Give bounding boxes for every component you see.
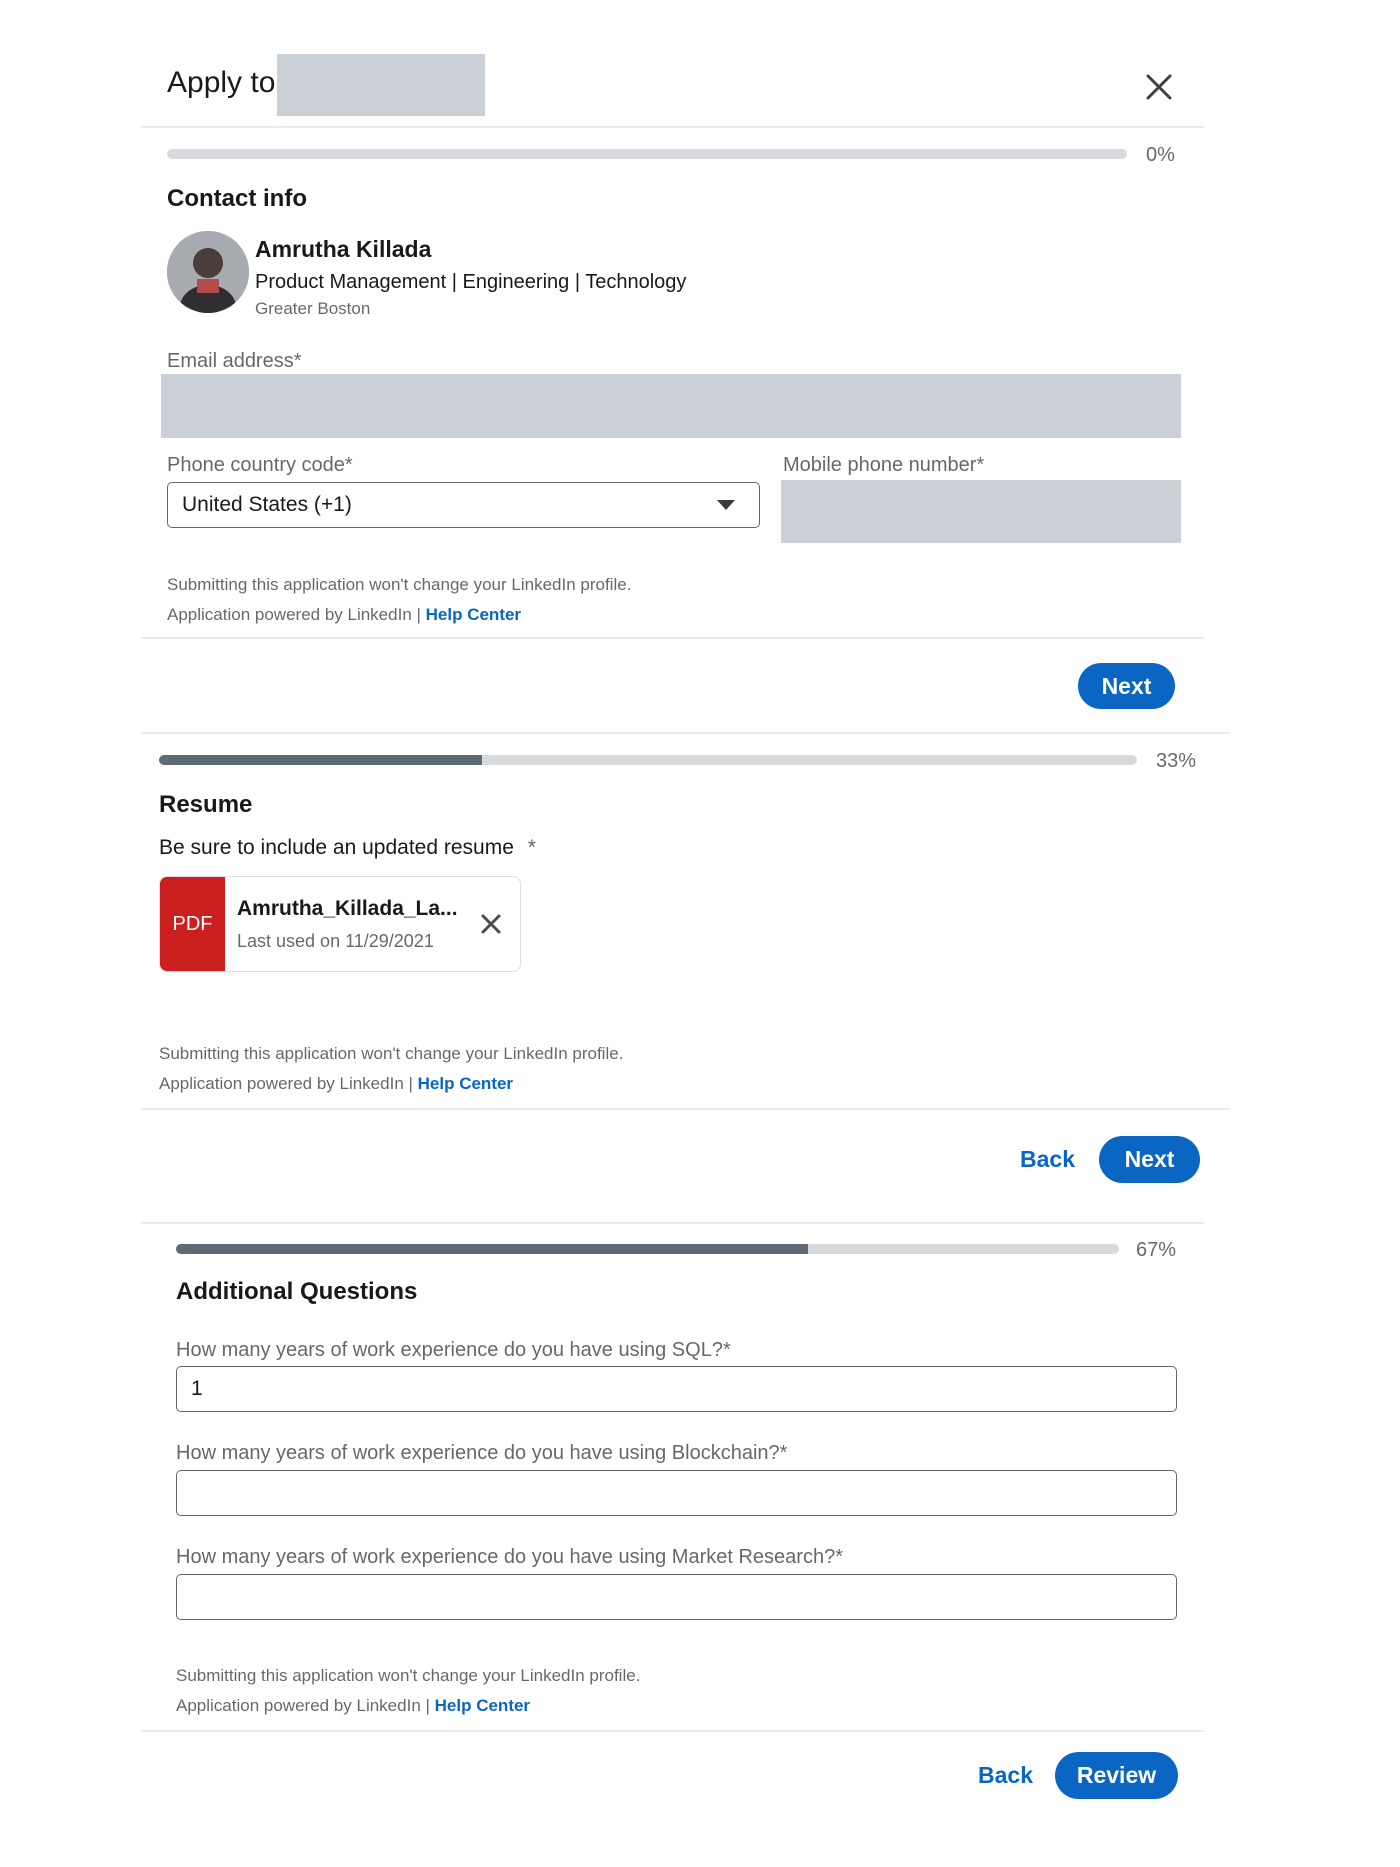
application-note: Submitting this application won't change…	[159, 1039, 623, 1099]
header-divider	[141, 126, 1204, 128]
resume-prompt: Be sure to include an updated resume *	[159, 836, 536, 860]
section-title: Additional Questions	[176, 1278, 418, 1305]
profile-name: Amrutha Killada	[255, 236, 432, 262]
progress-percent: 0%	[1146, 144, 1175, 166]
progress-percent: 33%	[1156, 750, 1197, 772]
phone-country-code-value: United States (+1)	[182, 493, 352, 516]
footer-divider	[141, 1730, 1204, 1732]
avatar	[167, 231, 249, 313]
note-line: Application powered by LinkedIn | Help C…	[159, 1069, 623, 1099]
powered-by-text: Application powered by LinkedIn |	[167, 605, 426, 624]
resume-file-name: Amrutha_Killada_La...	[237, 897, 458, 920]
back-button[interactable]: Back	[1020, 1146, 1075, 1173]
powered-by-text: Application powered by LinkedIn |	[176, 1696, 435, 1715]
progress-fill	[159, 755, 482, 765]
help-center-link[interactable]: Help Center	[435, 1696, 530, 1715]
application-note: Submitting this application won't change…	[167, 570, 631, 630]
remove-file-icon[interactable]	[480, 913, 502, 935]
back-button[interactable]: Back	[978, 1762, 1033, 1789]
help-center-link[interactable]: Help Center	[426, 605, 521, 624]
chevron-down-icon	[717, 500, 735, 510]
profile-location: Greater Boston	[255, 299, 371, 318]
note-line: Submitting this application won't change…	[159, 1044, 624, 1063]
powered-by-text: Application powered by LinkedIn |	[159, 1074, 418, 1093]
required-mark: *	[527, 836, 536, 859]
market-research-experience-label: How many years of work experience do you…	[176, 1546, 843, 1568]
next-button[interactable]: Next	[1078, 663, 1175, 709]
market-research-experience-input[interactable]	[176, 1574, 1177, 1620]
blockchain-experience-input[interactable]	[176, 1470, 1177, 1516]
modal-title: Apply to	[167, 66, 276, 99]
footer-divider	[141, 637, 1204, 639]
step-divider	[141, 1222, 1204, 1224]
profile-headline: Product Management | Engineering | Techn…	[255, 271, 687, 293]
pdf-badge: PDF	[160, 877, 225, 971]
blockchain-experience-label: How many years of work experience do you…	[176, 1442, 788, 1464]
note-line: Application powered by LinkedIn | Help C…	[167, 600, 631, 630]
mobile-phone-field[interactable]	[781, 480, 1181, 543]
email-field[interactable]	[161, 374, 1181, 438]
resume-prompt-text: Be sure to include an updated resume	[159, 836, 514, 859]
section-title: Contact info	[167, 185, 307, 212]
note-line: Submitting this application won't change…	[176, 1666, 641, 1685]
progress-percent: 67%	[1136, 1239, 1177, 1261]
step-divider	[141, 732, 1230, 734]
resume-file-card[interactable]: PDF Amrutha_Killada_La... Last used on 1…	[159, 876, 521, 972]
email-label: Email address*	[167, 350, 302, 372]
resume-last-used: Last used on 11/29/2021	[237, 931, 434, 951]
progress-fill	[176, 1244, 808, 1254]
section-title: Resume	[159, 791, 253, 818]
review-button[interactable]: Review	[1055, 1752, 1178, 1799]
progress-bar	[167, 149, 1127, 159]
next-button[interactable]: Next	[1099, 1136, 1200, 1183]
company-name-redacted	[277, 54, 485, 116]
progress-bar	[159, 755, 1137, 765]
mobile-phone-label: Mobile phone number*	[783, 454, 985, 476]
application-note: Submitting this application won't change…	[176, 1661, 640, 1721]
phone-country-code-label: Phone country code*	[167, 454, 353, 476]
footer-divider	[141, 1108, 1230, 1110]
sql-experience-label: How many years of work experience do you…	[176, 1339, 731, 1361]
progress-bar	[176, 1244, 1119, 1254]
note-line: Submitting this application won't change…	[167, 575, 632, 594]
phone-country-code-select[interactable]: United States (+1)	[167, 482, 760, 528]
note-line: Application powered by LinkedIn | Help C…	[176, 1691, 640, 1721]
sql-experience-input[interactable]: 1	[176, 1366, 1177, 1412]
help-center-link[interactable]: Help Center	[418, 1074, 513, 1093]
close-icon[interactable]	[1144, 72, 1174, 102]
